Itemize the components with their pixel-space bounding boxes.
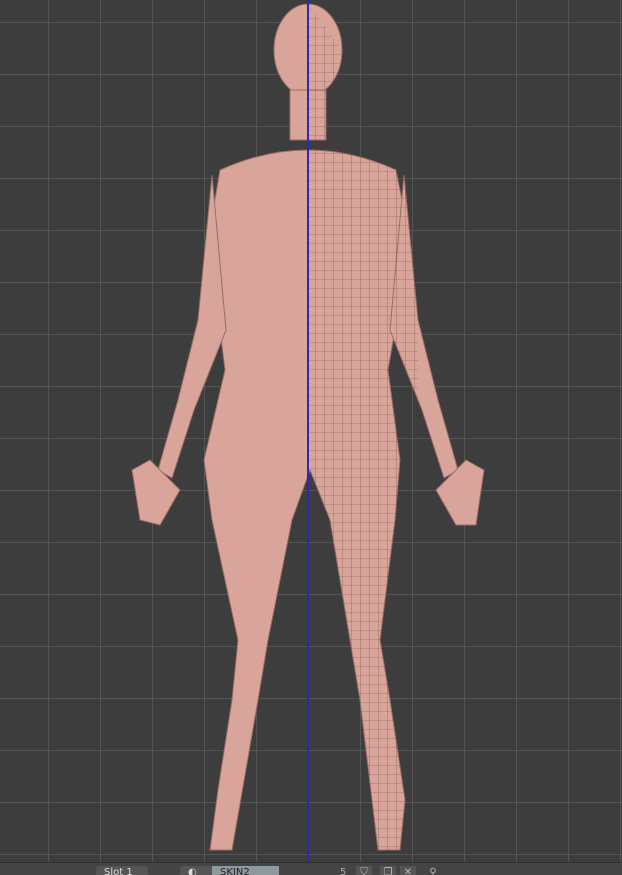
z-axis-line [307,0,309,862]
mesh-figure [131,3,485,851]
material-name-field[interactable]: SKIN2 [212,866,279,875]
material-slot-bar: Slot 1 ◐ SKIN2 5 ⛉ ❐ ✕ ⚲ [0,862,622,875]
unlink-icon[interactable]: ✕ [400,866,416,875]
duplicate-icon[interactable]: ❐ [380,866,396,875]
pin-icon[interactable]: ⚲ [425,866,441,875]
3d-viewport[interactable] [0,0,622,862]
fake-user-icon[interactable]: ⛉ [356,866,372,875]
slot-selector[interactable]: Slot 1 [96,866,148,875]
user-count[interactable]: 5 [338,866,352,875]
app-window: Slot 1 ◐ SKIN2 5 ⛉ ❐ ✕ ⚲ [0,0,622,875]
shading-sphere-icon: ◐ [188,867,197,875]
